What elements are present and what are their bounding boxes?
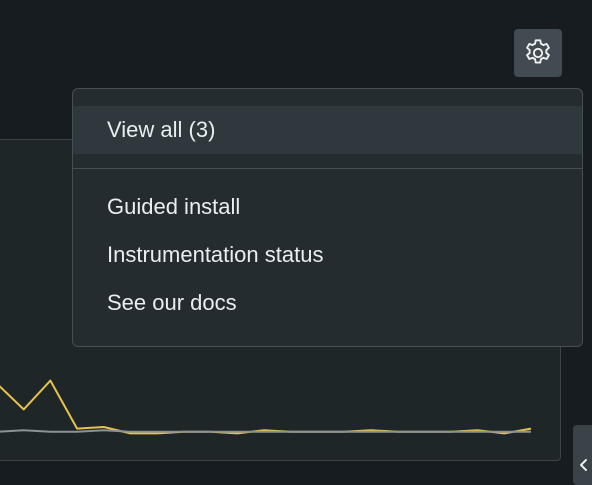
menu-item-instrumentation-status[interactable]: Instrumentation status <box>73 231 582 279</box>
chevron-left-icon <box>580 459 587 471</box>
menu-secondary-section: Guided install Instrumentation status Se… <box>73 183 582 327</box>
chart-series-line-1 <box>0 379 532 435</box>
menu-primary-section: View all (3) <box>73 89 582 154</box>
menu-divider <box>73 168 582 169</box>
menu-item-see-docs[interactable]: See our docs <box>73 279 582 327</box>
settings-dropdown-menu: View all (3) Guided install Instrumentat… <box>72 88 583 347</box>
side-panel-toggle[interactable] <box>573 425 592 485</box>
settings-button[interactable] <box>514 29 562 77</box>
menu-item-guided-install[interactable]: Guided install <box>73 183 582 231</box>
gear-icon <box>526 39 550 64</box>
menu-item-view-all[interactable]: View all (3) <box>73 106 582 154</box>
